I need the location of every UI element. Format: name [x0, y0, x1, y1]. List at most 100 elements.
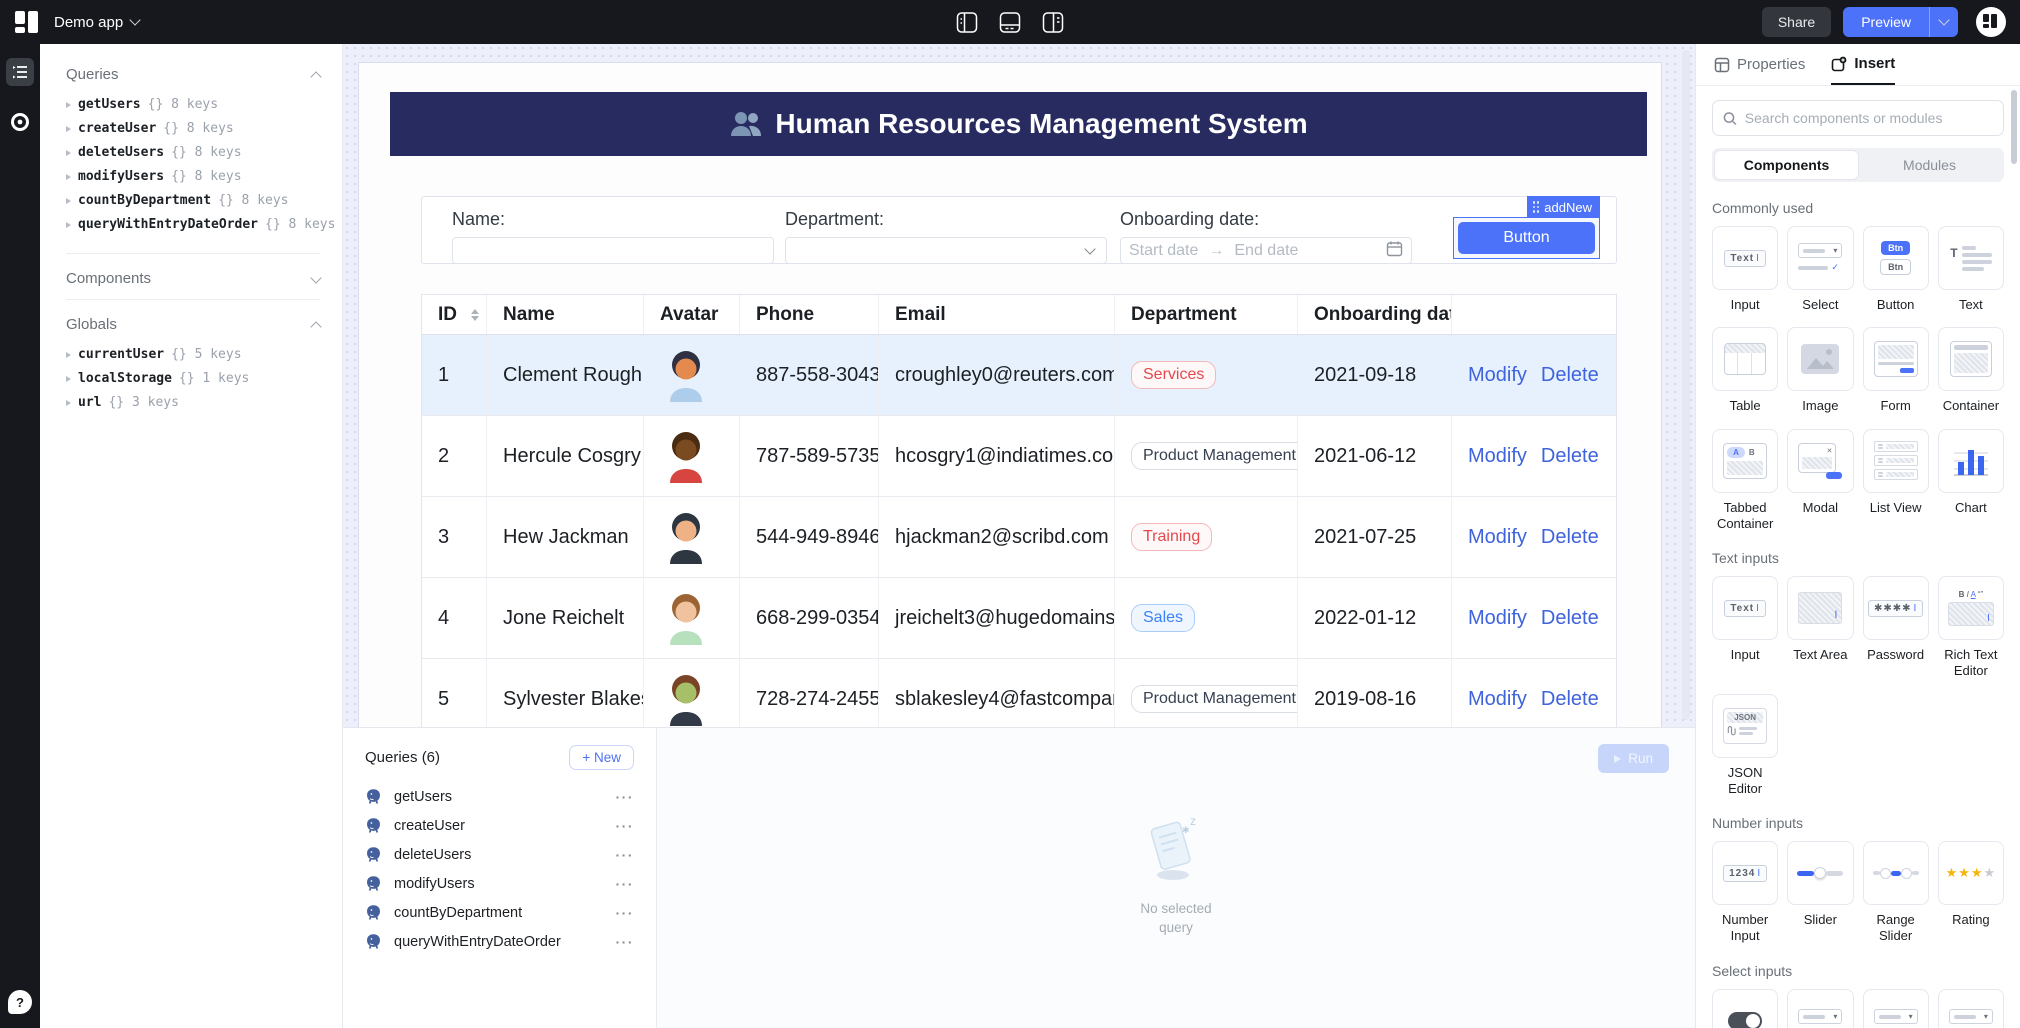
column-header[interactable]: ID — [422, 295, 487, 334]
expand-triangle-icon[interactable] — [66, 400, 71, 406]
column-header[interactable]: Email — [879, 295, 1115, 334]
expand-triangle-icon[interactable] — [66, 376, 71, 382]
component-card[interactable]: IText Area — [1787, 576, 1853, 680]
component-card[interactable]: ✱✱✱✱IPassword — [1863, 576, 1929, 680]
inspector-item[interactable]: modifyUsers{} 8 keys — [66, 165, 320, 189]
expand-triangle-icon[interactable] — [66, 198, 71, 204]
table-widget[interactable]: IDNameAvatarPhoneEmailDepartmentOnboardi… — [421, 294, 1617, 741]
expand-triangle-icon[interactable] — [66, 174, 71, 180]
component-card[interactable]: ✕Modal — [1787, 429, 1853, 533]
department-filter-select[interactable] — [785, 237, 1107, 264]
preview-dropdown-button[interactable] — [1929, 7, 1958, 37]
filter-panel-widget[interactable]: Name: Department: Onboarding date: Start… — [421, 196, 1617, 264]
account-avatar[interactable] — [1976, 7, 2006, 37]
section-queries[interactable]: Queries — [66, 62, 320, 93]
modify-link[interactable]: Modify — [1468, 688, 1527, 711]
table-row[interactable]: 3 Hew Jackman 544-949-8946 hjackman2@scr… — [422, 497, 1616, 578]
delete-link[interactable]: Delete — [1541, 445, 1599, 468]
date-range-input[interactable]: Start date → End date — [1120, 237, 1412, 264]
component-card[interactable]: Image — [1787, 327, 1853, 414]
component-card[interactable]: Range Slider — [1863, 841, 1929, 945]
calendar-icon[interactable] — [1386, 240, 1403, 262]
component-card[interactable]: JSONJSON Editor — [1712, 694, 1778, 798]
expand-triangle-icon[interactable] — [66, 126, 71, 132]
modify-link[interactable]: Modify — [1468, 445, 1527, 468]
sort-icon[interactable] — [471, 309, 479, 321]
inspector-item[interactable]: currentUser{} 5 keys — [66, 343, 320, 367]
query-menu-icon[interactable]: ··· — [616, 905, 635, 921]
component-card[interactable]: B I A “”IRich Text Editor — [1938, 576, 2004, 680]
component-card[interactable]: BtnBtnButton — [1863, 226, 1929, 313]
table-row[interactable]: 1 Clement Roughley 887-558-3043 croughle… — [422, 335, 1616, 416]
query-item[interactable]: queryWithEntryDateOrder··· — [365, 927, 634, 956]
component-card[interactable]: Slider — [1787, 841, 1853, 945]
drag-handle-icon[interactable] — [1533, 201, 1540, 212]
column-header[interactable]: Name — [487, 295, 644, 334]
query-menu-icon[interactable]: ··· — [616, 847, 635, 863]
component-card[interactable]: TText — [1938, 226, 2004, 313]
app-frame[interactable]: Human Resources Management System Name: … — [358, 62, 1662, 807]
query-menu-icon[interactable]: ··· — [616, 818, 635, 834]
delete-link[interactable]: Delete — [1541, 688, 1599, 711]
inspector-item[interactable]: queryWithEntryDateOrder{} 8 keys — [66, 213, 320, 237]
tab-insert[interactable]: Insert — [1831, 44, 1895, 85]
query-item[interactable]: modifyUsers··· — [365, 869, 634, 898]
section-components[interactable]: Components — [66, 266, 320, 297]
new-query-button[interactable]: + New — [569, 745, 634, 770]
preview-button[interactable]: Preview — [1843, 7, 1929, 37]
help-icon[interactable]: ? — [8, 990, 32, 1014]
component-card[interactable]: Container — [1938, 327, 2004, 414]
query-menu-icon[interactable]: ··· — [616, 934, 635, 950]
query-menu-icon[interactable]: ··· — [616, 789, 635, 805]
component-card[interactable]: ▾ ✓Select — [1787, 226, 1853, 313]
add-new-button-widget[interactable]: Button — [1458, 222, 1595, 254]
toggle-left-panel-icon[interactable] — [956, 11, 979, 34]
component-card[interactable]: ABTabbed Container — [1712, 429, 1778, 533]
modify-link[interactable]: Modify — [1468, 526, 1527, 549]
component-card[interactable]: TextIInput — [1712, 576, 1778, 680]
expand-triangle-icon[interactable] — [66, 222, 71, 228]
component-card[interactable]: ▾ — [1863, 989, 1929, 1028]
delete-link[interactable]: Delete — [1541, 364, 1599, 387]
section-globals[interactable]: Globals — [66, 312, 320, 343]
table-row[interactable]: 2 Hercule Cosgry 787-589-5735 hcosgry1@i… — [422, 416, 1616, 497]
component-card[interactable]: ★★★★Rating — [1938, 841, 2004, 945]
component-card[interactable]: TextIInput — [1712, 226, 1778, 313]
expand-triangle-icon[interactable] — [66, 352, 71, 358]
inspector-item[interactable]: createUser{} 8 keys — [66, 117, 320, 141]
query-menu-icon[interactable]: ··· — [616, 876, 635, 892]
column-header[interactable]: Onboarding date — [1298, 295, 1452, 334]
segment-components[interactable]: Components — [1715, 151, 1858, 179]
component-card[interactable]: 1234INumber Input — [1712, 841, 1778, 945]
query-item[interactable]: countByDepartment··· — [365, 898, 634, 927]
component-card[interactable]: Chart — [1938, 429, 2004, 533]
toggle-bottom-panel-icon[interactable] — [999, 11, 1022, 34]
inspector-item[interactable]: getUsers{} 8 keys — [66, 93, 320, 117]
inspector-item[interactable]: localStorage{} 1 keys — [66, 367, 320, 391]
canvas-scrollbar[interactable] — [1682, 50, 1690, 720]
expand-triangle-icon[interactable] — [66, 150, 71, 156]
delete-link[interactable]: Delete — [1541, 526, 1599, 549]
component-card[interactable] — [1712, 989, 1778, 1028]
segment-modules[interactable]: Modules — [1858, 151, 2001, 179]
app-logo-icon[interactable] — [14, 9, 40, 35]
expand-triangle-icon[interactable] — [66, 102, 71, 108]
component-search-input[interactable] — [1745, 110, 1993, 126]
delete-link[interactable]: Delete — [1541, 607, 1599, 630]
component-card[interactable]: ▾ — [1938, 989, 2004, 1028]
toggle-right-panel-icon[interactable] — [1042, 11, 1065, 34]
table-row[interactable]: 4 Jone Reichelt 668-299-0354 jreichelt3@… — [422, 578, 1616, 659]
app-name-menu[interactable]: Demo app — [54, 14, 139, 31]
selected-button-widget[interactable]: addNew Button — [1453, 217, 1600, 259]
share-button[interactable]: Share — [1762, 7, 1831, 37]
modify-link[interactable]: Modify — [1468, 607, 1527, 630]
right-panel-scrollbar[interactable] — [2011, 90, 2017, 164]
column-header[interactable]: Phone — [740, 295, 879, 334]
app-title-widget[interactable]: Human Resources Management System — [390, 92, 1647, 156]
component-card[interactable]: List View — [1863, 429, 1929, 533]
inspector-item[interactable]: url{} 3 keys — [66, 391, 320, 415]
run-query-button[interactable]: Run — [1598, 744, 1669, 773]
column-header[interactable] — [1452, 295, 1618, 334]
component-card[interactable]: ▾ — [1787, 989, 1853, 1028]
inspector-item[interactable]: countByDepartment{} 8 keys — [66, 189, 320, 213]
